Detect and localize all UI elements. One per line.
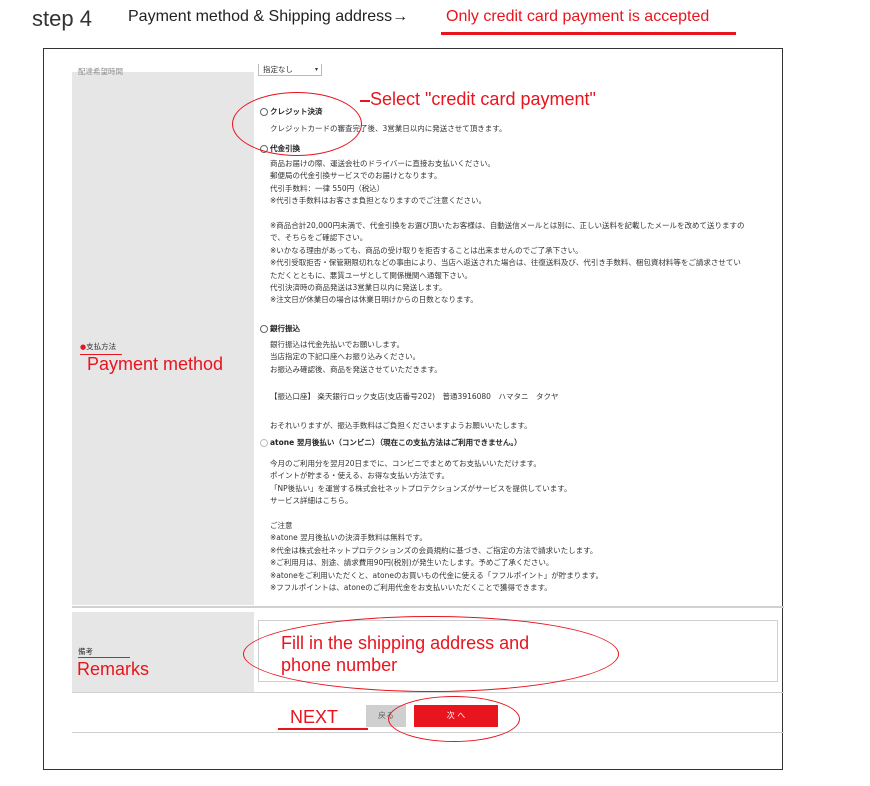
radio-atone[interactable] (260, 439, 268, 447)
payment-option-atone[interactable]: atone 翌月後払い（コンビニ）（現在この支払方法はご利用できません。） (260, 437, 522, 448)
cod-line: ※代引き手数料はお客さま負担となりますのでご注意ください。 (270, 196, 487, 206)
cod-details: 商品お届けの際、運送会社のドライバーに直接お支払いください。 郵便局の代金引換サ… (270, 158, 745, 307)
atone-link[interactable]: サービス詳細はこちら。 (270, 495, 603, 507)
atone-line: ※フフルポイントは、atoneのご利用代金をお支払いいただくことで獲得できます。 (270, 583, 552, 593)
cod-line: 代引手数料：一律 550円（税込） (270, 183, 385, 193)
cod-line: ※代引受取拒否・保管期限切れなどの事由により、当店へ返送された場合は、往復送料及… (270, 258, 741, 268)
chevron-down-icon: ▾ (314, 66, 318, 73)
payment-method-label: ●支払方法 (80, 341, 116, 352)
radio-bank[interactable] (260, 325, 268, 333)
cod-line: 郵便局の代金引換サービスでのお届けとなります。 (270, 171, 442, 181)
atone-line: ※atone 翌月後払いの決済手数料は無料です。 (270, 533, 427, 543)
next-highlight-ellipse (388, 696, 520, 742)
cod-line: ※注文日が休業日の場合は休業日明けからの日数となります。 (270, 295, 478, 305)
label-cell-payment-bottom (72, 405, 254, 605)
atone-line: 「NP後払い」を運営する株式会社ネットプロテクションズがサービスを提供しています… (270, 483, 572, 493)
cod-line: 代引決済時の商品発送は3営業日以内に発送します。 (270, 283, 447, 293)
bank-line: 銀行振込は代金先払いでお願いします。 (270, 340, 405, 349)
atone-line: ※ご利用月は、別途、請求費用90円(税別)が発生いたします。予めご了承ください。 (270, 558, 554, 568)
bank-details: 銀行振込は代金先払いでお願いします。 当店指定の下記口座へお振り込みください。 … (270, 339, 442, 376)
remarks-label: 備考 (78, 647, 93, 656)
cod-line: 商品お届けの際、運送会社のドライバーに直接お支払いください。 (270, 159, 495, 168)
payment-method-annotation: Payment method (87, 354, 224, 374)
cod-line: ※商品合計20,000円未満で、代金引換をお選び頂いたお客様は、自動送信メールと… (270, 221, 745, 231)
atone-details: 今月のご利用分を翌月20日までに、コンビニでまとめてお支払いいただけます。 ポイ… (270, 458, 603, 594)
cod-line: ※いかなる理由があっても、商品の受け取りを拒否することは出来ませんのでご了承下さ… (270, 245, 583, 255)
delivery-time-label: 配達希望時間 (78, 67, 123, 76)
atone-title: atone 翌月後払い（コンビニ）（現在この支払方法はご利用できません。） (270, 438, 522, 447)
next-annotation-underline (278, 728, 368, 730)
cod-line: ただくとともに、悪質ユーザとして関係機関へ通報下さい。 (270, 270, 472, 280)
bank-line: お振込み確認後、商品を発送させていただきます。 (270, 364, 442, 374)
atone-spacer (270, 508, 603, 520)
remarks-annotation: Remarks (77, 659, 150, 679)
remarks-label-underline (78, 657, 130, 658)
cod-spacer (270, 208, 745, 220)
select-credit-annotation: Select "credit card payment" (370, 89, 596, 109)
delivery-time-select[interactable]: 指定なし ▾ (258, 64, 322, 76)
atone-line: 今月のご利用分を翌月20日までに、コンビニでまとめてお支払いいただけます。 (270, 459, 541, 468)
step-note: Only credit card payment is accepted (446, 8, 710, 25)
bank-line: 当店指定の下記口座へお振り込みください。 (270, 352, 420, 362)
atone-line: ※atoneをご利用いただくと、atoneのお買いもの代金に使える「フフルポイン… (270, 570, 603, 580)
atone-line: ポイントが貯まる・使える、お得な支払い方法です。 (270, 471, 450, 481)
remarks-highlight-ellipse (243, 616, 619, 692)
bank-account: 【振込口座】 楽天銀行ロック支店(支店番号202) 普通3916080 ハマタニ… (270, 392, 559, 401)
delivery-time-value: 指定なし (263, 65, 293, 74)
credit-pointer-line (360, 100, 370, 102)
bank-fee-note: おそれいりますが、振込手数料はご負担くださいますようお願いいたします。 (270, 421, 532, 430)
row-divider (72, 692, 784, 693)
label-cell-remarks (72, 612, 254, 692)
step-number: step 4 (32, 6, 92, 31)
step-note-underline (441, 32, 736, 35)
next-annotation: NEXT (290, 707, 339, 727)
payment-method-label-text: 支払方法 (86, 342, 117, 351)
step-title: Payment method & Shipping address→ (128, 8, 409, 25)
bank-title: 銀行振込 (270, 324, 300, 333)
atone-line: ご注意 (270, 521, 293, 531)
atone-line: ※代金は株式会社ネットプロテクションズの会員規約に基づき、ご指定の方法で請求いた… (270, 545, 598, 555)
payment-option-bank[interactable]: 銀行振込 (260, 323, 300, 334)
cod-line: で、そちらをご確認下さい。 (270, 233, 368, 243)
row-divider (72, 606, 784, 608)
credit-highlight-ellipse (232, 92, 362, 156)
